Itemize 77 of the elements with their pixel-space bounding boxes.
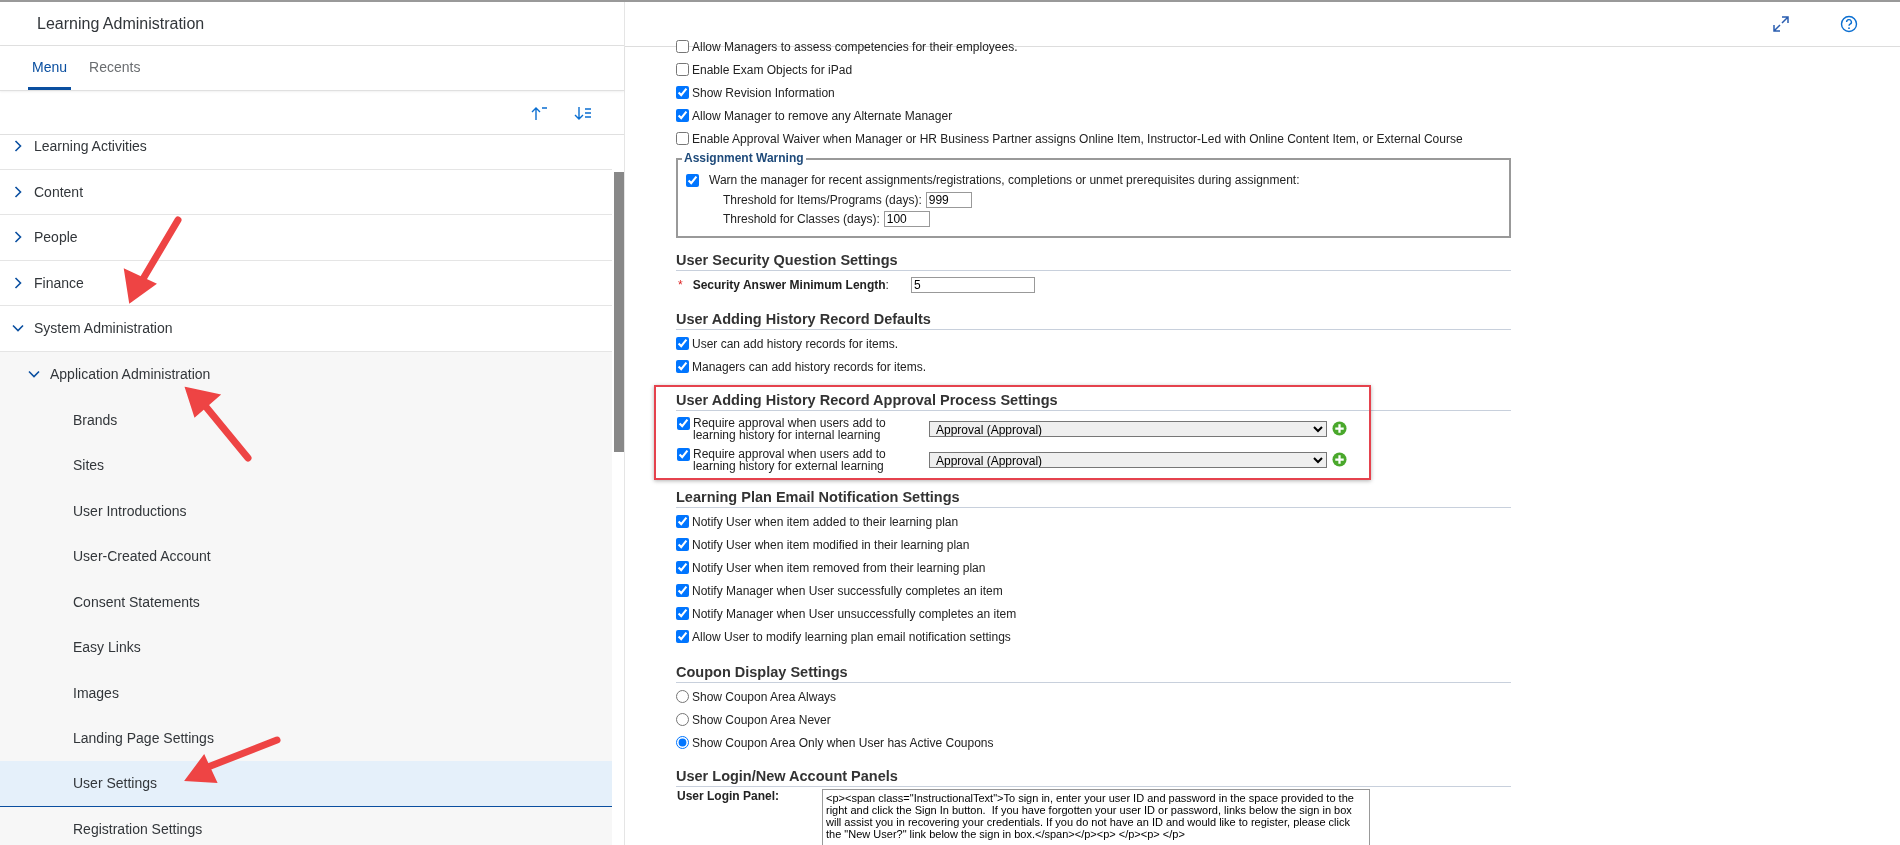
menu-item[interactable]: Images — [0, 670, 612, 716]
approval-dropdown[interactable]: Approval (Approval) — [929, 420, 1327, 437]
radio-button[interactable] — [676, 690, 689, 703]
checkbox-label: Notify User when item added to their learning plan — [692, 514, 959, 529]
menu-item[interactable]: Easy Links — [0, 624, 612, 670]
help-icon[interactable] — [1840, 15, 1858, 33]
checkbox[interactable] — [676, 538, 689, 551]
checkbox-label: Enable Approval Waiver when Manager or HR Business Partner assigns Online Item, Instructor-Led with Online Content Item, or External Course — [692, 131, 1463, 146]
checkbox-label: Warn the manager for recent assignments/registrations, completions or unmet prerequisites during assignment: — [709, 173, 1300, 187]
checkbox-label: Notify User when item removed from their learning plan — [692, 560, 986, 575]
checkbox[interactable] — [676, 360, 689, 373]
checkbox[interactable] — [676, 630, 689, 643]
field-label: Security Answer Minimum Length: — [692, 278, 889, 292]
section-heading: User Login/New Account Panels — [676, 768, 1511, 787]
checkbox[interactable] — [676, 132, 689, 145]
checkbox-label: Notify Manager when User unsuccessfully completes an item — [692, 606, 1017, 621]
checkbox[interactable] — [676, 515, 689, 528]
radio-button[interactable] — [676, 736, 689, 749]
checkbox-label: User can add history records for items. — [692, 336, 899, 351]
section-heading: Coupon Display Settings — [676, 664, 1511, 683]
input-field[interactable]: 100 — [883, 210, 930, 227]
checkbox[interactable] — [676, 63, 689, 76]
checkbox-label: Allow User to modify learning plan email notification settings — [692, 629, 1011, 644]
checkbox[interactable] — [676, 40, 689, 53]
radio-label: Show Coupon Area Only when User has Active Coupons — [692, 735, 994, 750]
checkbox-label: Allow Manager to remove any Alternate Manager — [692, 108, 953, 123]
checkbox-label: Allow Managers to assess competencies for their employees. — [692, 39, 1018, 54]
radio-button[interactable] — [676, 713, 689, 726]
checkbox[interactable] — [676, 109, 689, 122]
section-heading: User Adding History Record Defaults — [676, 311, 1511, 330]
menu-item[interactable]: User Introductions — [0, 488, 612, 534]
menu-item[interactable]: Application Administration — [0, 351, 612, 397]
field-label: Threshold for Items/Programs (days): — [723, 192, 922, 207]
checkbox-label: Require approval when users add to learning history for external learning — [693, 447, 887, 472]
menu-item[interactable]: User Settings — [0, 761, 612, 807]
tab[interactable]: Recents — [85, 46, 145, 90]
app-title: Learning Administration — [37, 14, 205, 33]
menu-item[interactable]: Sites — [0, 442, 612, 488]
checkbox[interactable] — [677, 447, 690, 461]
checkbox[interactable] — [676, 337, 689, 350]
menu-item[interactable]: Brands — [0, 397, 612, 443]
checkbox[interactable] — [677, 416, 690, 430]
checkbox-label: Require approval when users add to learning history for internal learning — [693, 416, 887, 441]
checkbox[interactable] — [676, 86, 689, 99]
tab[interactable]: Menu — [28, 46, 72, 90]
field-label: Threshold for Classes (days): — [723, 211, 880, 226]
section-heading: Learning Plan Email Notification Settings — [676, 489, 1511, 508]
checkbox-label: Managers can add history records for items. — [692, 359, 927, 374]
field-label: User Login Panel: — [676, 789, 781, 803]
add-icon[interactable] — [1332, 421, 1347, 436]
section-heading: User Security Question Settings — [676, 252, 1511, 271]
input-field[interactable]: 5 — [910, 277, 1035, 293]
checkbox-label: Show Revision Information — [692, 85, 835, 100]
menu-item[interactable]: Landing Page Settings — [0, 715, 612, 761]
checkbox[interactable] — [676, 561, 689, 574]
menu-item[interactable]: User-Created Account — [0, 533, 612, 579]
input-field[interactable]: 999 — [925, 191, 972, 208]
section-heading: User Adding History Record Approval Process Settings — [676, 392, 1511, 411]
fullscreen-icon[interactable] — [1772, 15, 1790, 33]
checkbox-label: Notify Manager when User successfully completes an item — [692, 583, 1003, 598]
required-mark: * — [678, 278, 683, 292]
radio-label: Show Coupon Area Always — [692, 689, 837, 704]
checkbox-label: Notify User when item modified in their learning plan — [692, 537, 970, 552]
collapse-all-icon[interactable] — [530, 104, 548, 121]
text-area[interactable]: <p><span class="InstructionalText">To sign in, enter your user ID and password in the space provided to the right and click the Sign In button. If you have forgotten your user ID or password, links below the sign in box will assist you in recovering your credentials. If you do not have an ID and would like to register, please click the "New User?" link below the sign in box.</span></p><p> </p><p> </p> — [822, 789, 1370, 845]
add-icon[interactable] — [1332, 452, 1347, 467]
checkbox[interactable] — [676, 607, 689, 620]
checkbox[interactable] — [686, 173, 699, 187]
menu-item[interactable]: Consent Statements — [0, 579, 612, 625]
checkbox-label: Enable Exam Objects for iPad — [692, 62, 853, 77]
expand-all-icon[interactable] — [574, 104, 592, 121]
checkbox[interactable] — [676, 584, 689, 597]
group-title: Assignment Warning — [682, 151, 806, 165]
menu-item[interactable]: Registration Settings — [0, 806, 612, 845]
radio-label: Show Coupon Area Never — [692, 712, 831, 727]
approval-dropdown[interactable]: Approval (Approval) — [929, 451, 1327, 468]
scrollbar[interactable] — [614, 172, 624, 452]
